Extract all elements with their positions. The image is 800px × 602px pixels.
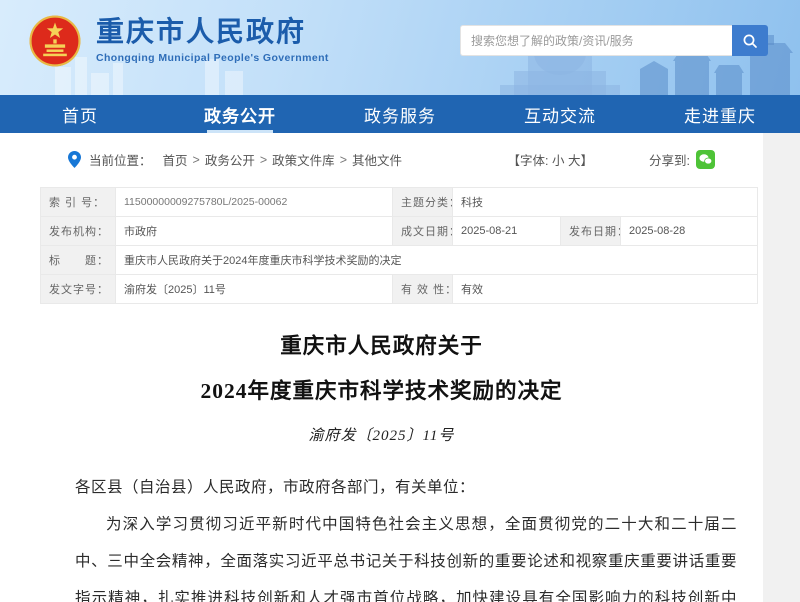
font-smaller-button[interactable]: 小 — [552, 154, 565, 168]
font-larger-button[interactable]: 大】 — [568, 154, 593, 168]
title-value: 重庆市人民政府关于2024年度重庆市科学技术奖励的决定 — [116, 246, 758, 275]
search-icon — [742, 33, 758, 49]
index-number-label: 索 引 号： — [41, 188, 116, 217]
national-emblem-icon — [28, 14, 82, 68]
share-label: 分享到: — [649, 150, 690, 169]
title-label: 标 题： — [41, 246, 116, 275]
document-number: 渝府发〔2025〕11号 — [0, 424, 763, 445]
breadcrumb-item-gov-affairs[interactable]: 政务公开 — [205, 150, 255, 169]
breadcrumb-prefix: 当前位置： — [89, 150, 152, 169]
content-container: 当前位置： 首页 > 政务公开 > 政策文件库 > 其他文件 【字体: 小 大】… — [0, 133, 763, 602]
font-size-label: 【字体: — [508, 154, 549, 168]
topic-category-label: 主题分类： — [393, 188, 453, 217]
wechat-share-button[interactable] — [696, 150, 715, 169]
document-body-section: 重庆市人民政府关于 2024年度重庆市科学技术奖励的决定 渝府发〔2025〕11… — [0, 304, 763, 602]
breadcrumb-separator: > — [340, 153, 347, 167]
doc-number-value: 渝府发〔2025〕11号 — [116, 275, 393, 304]
written-date-value: 2025-08-21 — [453, 217, 561, 246]
publish-date-value: 2025-08-28 — [621, 217, 758, 246]
publish-date-label: 发布日期： — [561, 217, 621, 246]
search-input[interactable] — [460, 25, 732, 56]
site-header: 重庆市人民政府 Chongqing Municipal People's Gov… — [0, 0, 800, 95]
doc-number-label: 发文字号： — [41, 275, 116, 304]
table-row: 发文字号： 渝府发〔2025〕11号 有 效 性： 有效 — [41, 275, 758, 304]
location-pin-icon — [68, 151, 81, 168]
search-bar — [460, 25, 768, 56]
document-paragraph: 为深入学习贯彻习近平新时代中国特色社会主义思想，全面贯彻党的二十大和二十届二中、… — [75, 506, 737, 602]
nav-item-home[interactable]: 首页 — [0, 95, 160, 133]
breadcrumb-item-home[interactable]: 首页 — [163, 150, 188, 169]
wechat-icon — [699, 154, 712, 165]
search-button[interactable] — [732, 25, 768, 56]
font-size-widget: 【字体: 小 大】 — [508, 150, 593, 169]
table-row: 索 引 号： 11500000009275780L/2025-00062 主题分… — [41, 188, 758, 217]
index-number-value: 11500000009275780L/2025-00062 — [116, 188, 393, 217]
breadcrumb-item-other-documents[interactable]: 其他文件 — [352, 150, 402, 169]
document-title-line2: 2024年度重庆市科学技术奖励的决定 — [0, 379, 763, 405]
validity-value: 有效 — [453, 275, 758, 304]
page-tools: 【字体: 小 大】 分享到: — [508, 150, 715, 169]
nav-item-government-affairs[interactable]: 政务公开 — [160, 95, 320, 133]
site-title-english: Chongqing Municipal People's Government — [96, 52, 329, 64]
table-row: 发布机构： 市政府 成文日期： 2025-08-21 发布日期： 2025-08… — [41, 217, 758, 246]
written-date-label: 成文日期： — [393, 217, 453, 246]
validity-label: 有 效 性： — [393, 275, 453, 304]
document-salutation: 各区县（自治县）人民政府，市政府各部门，有关单位： — [75, 469, 737, 506]
nav-item-about-chongqing[interactable]: 走进重庆 — [640, 95, 800, 133]
site-title: 重庆市人民政府 — [96, 18, 329, 49]
site-logo[interactable]: 重庆市人民政府 Chongqing Municipal People's Gov… — [28, 14, 329, 68]
breadcrumb-separator: > — [260, 153, 267, 167]
breadcrumb: 当前位置： 首页 > 政务公开 > 政策文件库 > 其他文件 【字体: 小 大】… — [0, 133, 763, 181]
document-meta-table: 索 引 号： 11500000009275780L/2025-00062 主题分… — [40, 187, 758, 304]
issuing-agency-value: 市政府 — [116, 217, 393, 246]
issuing-agency-label: 发布机构： — [41, 217, 116, 246]
main-nav: 首页 政务公开 政务服务 互动交流 走进重庆 — [0, 95, 800, 133]
nav-item-services[interactable]: 政务服务 — [320, 95, 480, 133]
table-row: 标 题： 重庆市人民政府关于2024年度重庆市科学技术奖励的决定 — [41, 246, 758, 275]
document-title-line1: 重庆市人民政府关于 — [0, 334, 763, 360]
breadcrumb-item-policy-library[interactable]: 政策文件库 — [272, 150, 335, 169]
topic-category-value: 科技 — [453, 188, 758, 217]
breadcrumb-separator: > — [193, 153, 200, 167]
nav-item-interaction[interactable]: 互动交流 — [480, 95, 640, 133]
document-text: 各区县（自治县）人民政府，市政府各部门，有关单位： 为深入学习贯彻习近平新时代中… — [0, 469, 763, 602]
